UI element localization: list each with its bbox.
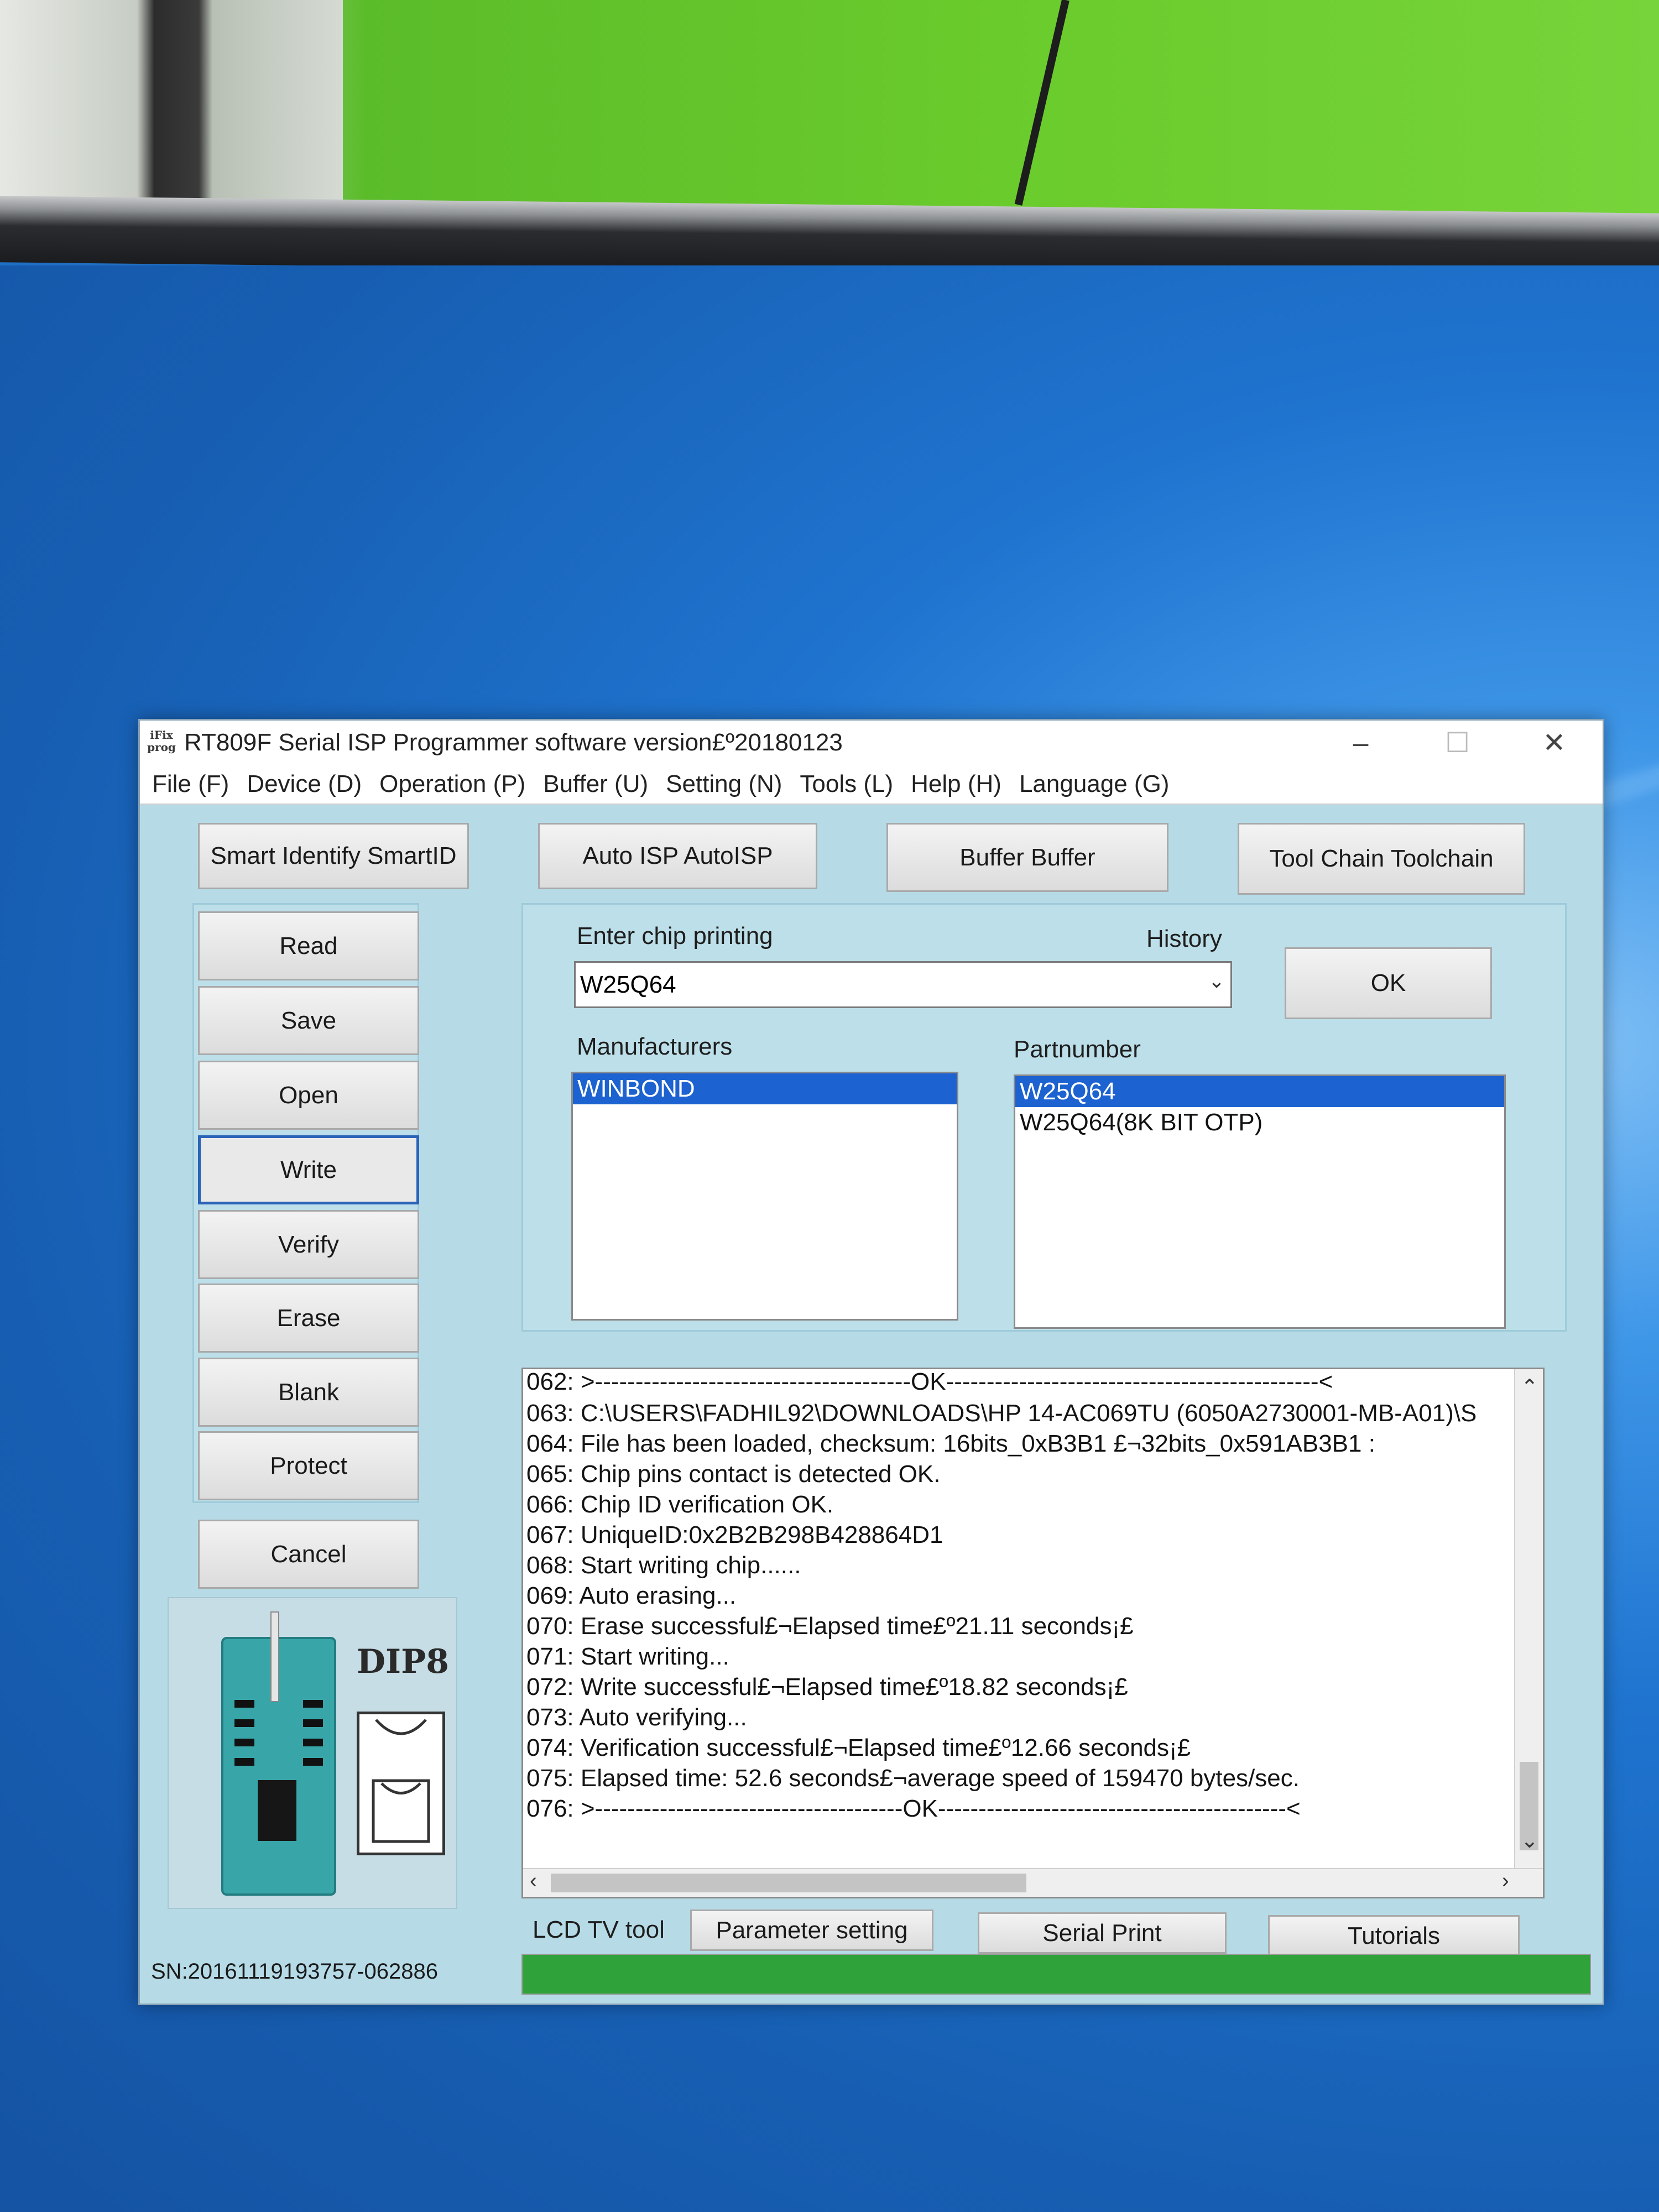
maximize-button[interactable]: ☐ bbox=[1409, 721, 1506, 765]
menu-buffer[interactable]: Buffer (U) bbox=[543, 770, 648, 798]
menu-device[interactable]: Device (D) bbox=[247, 770, 362, 798]
menu-file[interactable]: File (F) bbox=[152, 770, 229, 798]
dip8-chip bbox=[258, 1780, 296, 1841]
log-line: 074: Verification successful£¬Elapsed ti… bbox=[526, 1734, 1191, 1761]
buffer-button[interactable]: Buffer Buffer bbox=[886, 823, 1168, 892]
auto-isp-button[interactable]: Auto ISP AutoISP bbox=[538, 823, 817, 889]
log-line: 076: >----------------------------------… bbox=[526, 1795, 1301, 1822]
protect-button[interactable]: Protect bbox=[198, 1431, 419, 1500]
tutorials-button[interactable]: Tutorials bbox=[1268, 1915, 1520, 1957]
erase-button[interactable]: Erase bbox=[198, 1284, 419, 1353]
title-bar[interactable]: iFix prog RT809F Serial ISP Programmer s… bbox=[140, 721, 1603, 765]
open-button[interactable]: Open bbox=[198, 1061, 419, 1130]
chip-printing-combobox[interactable]: W25Q64 ⌄ bbox=[574, 961, 1232, 1008]
zif-socket bbox=[221, 1611, 336, 1896]
lcd-tv-tool-label[interactable]: LCD TV tool bbox=[533, 1916, 665, 1944]
log-line: 066: Chip ID verification OK. bbox=[526, 1491, 834, 1518]
socket-pin bbox=[234, 1758, 254, 1766]
log-line: 075: Elapsed time: 52.6 seconds£¬average… bbox=[526, 1765, 1300, 1792]
verify-button[interactable]: Verify bbox=[198, 1210, 419, 1279]
app-icon: iFix prog bbox=[147, 728, 176, 754]
log-line: 064: File has been loaded, checksum: 16b… bbox=[526, 1430, 1375, 1457]
log-line: 067: UniqueID:0x2B2B298B428864D1 bbox=[526, 1521, 943, 1548]
socket-pin bbox=[234, 1700, 254, 1708]
chip-outline-icon bbox=[357, 1712, 445, 1855]
menu-setting[interactable]: Setting (N) bbox=[666, 770, 782, 798]
window-title: RT809F Serial ISP Programmer software ve… bbox=[184, 729, 843, 756]
manufacturers-label: Manufacturers bbox=[577, 1033, 733, 1060]
chip-printing-value: W25Q64 bbox=[580, 971, 676, 998]
minimize-button[interactable]: – bbox=[1312, 721, 1409, 765]
dip8-adapter-image: DIP8 bbox=[168, 1597, 457, 1909]
write-button[interactable]: Write bbox=[198, 1135, 419, 1204]
ok-button[interactable]: OK bbox=[1285, 947, 1492, 1019]
scroll-right-icon[interactable]: › bbox=[1502, 1869, 1509, 1893]
chevron-down-icon[interactable]: ⌄ bbox=[1208, 969, 1225, 993]
log-output[interactable]: 062: >----------------------------------… bbox=[521, 1368, 1545, 1898]
log-line: 063: C:\USERS\FADHIL92\DOWNLOADS\HP 14-A… bbox=[526, 1400, 1477, 1427]
partnumber-label: Partnumber bbox=[1014, 1036, 1141, 1063]
scroll-left-icon[interactable]: ‹ bbox=[530, 1869, 537, 1893]
parameter-setting-button[interactable]: Parameter setting bbox=[690, 1910, 933, 1951]
log-line: 071: Start writing... bbox=[526, 1643, 729, 1670]
smart-identify-button[interactable]: Smart Identify SmartID bbox=[198, 823, 469, 889]
menu-tools[interactable]: Tools (L) bbox=[800, 770, 893, 798]
scroll-up-icon[interactable]: ⌃ bbox=[1521, 1375, 1538, 1400]
close-button[interactable]: ✕ bbox=[1506, 721, 1603, 765]
save-button[interactable]: Save bbox=[198, 986, 419, 1055]
serial-print-button[interactable]: Serial Print bbox=[978, 1912, 1227, 1954]
list-item[interactable]: W25Q64(8K BIT OTP) bbox=[1015, 1107, 1504, 1138]
partnumber-list[interactable]: W25Q64 W25Q64(8K BIT OTP) bbox=[1014, 1074, 1506, 1329]
horizontal-scroll-thumb[interactable] bbox=[551, 1874, 1026, 1892]
scroll-down-icon[interactable]: ⌄ bbox=[1521, 1828, 1538, 1853]
manufacturers-list[interactable]: WINBOND bbox=[571, 1072, 958, 1321]
menu-help[interactable]: Help (H) bbox=[911, 770, 1001, 798]
progress-bar bbox=[521, 1954, 1591, 1995]
history-label: History bbox=[1146, 925, 1222, 952]
enter-chip-label: Enter chip printing bbox=[577, 922, 773, 950]
log-horizontal-scrollbar[interactable]: ‹ › bbox=[523, 1868, 1543, 1897]
log-line: 065: Chip pins contact is detected OK. bbox=[526, 1460, 941, 1488]
log-line: 070: Erase successful£¬Elapsed time£º21.… bbox=[526, 1613, 1134, 1640]
log-line: 072: Write successful£¬Elapsed time£º18.… bbox=[526, 1673, 1128, 1700]
list-item[interactable]: W25Q64 bbox=[1015, 1076, 1504, 1107]
socket-pin bbox=[303, 1700, 323, 1708]
list-item[interactable]: WINBOND bbox=[573, 1073, 957, 1104]
menu-bar: File (F) Device (D) Operation (P) Buffer… bbox=[140, 765, 1603, 805]
socket-pin bbox=[234, 1739, 254, 1746]
log-line: 062: >----------------------------------… bbox=[526, 1368, 1333, 1395]
toolchain-button[interactable]: Tool Chain Toolchain bbox=[1238, 823, 1525, 895]
read-button[interactable]: Read bbox=[198, 911, 419, 980]
log-line: 069: Auto erasing... bbox=[526, 1582, 737, 1609]
log-vertical-scrollbar[interactable]: ⌃ ⌄ bbox=[1514, 1369, 1543, 1897]
socket-pin bbox=[234, 1719, 254, 1727]
log-line: 068: Start writing chip...... bbox=[526, 1552, 801, 1579]
progress-fill bbox=[523, 1955, 1590, 1994]
blank-button[interactable]: Blank bbox=[198, 1358, 419, 1427]
socket-lever bbox=[270, 1611, 279, 1702]
socket-pin bbox=[303, 1719, 323, 1727]
menu-operation[interactable]: Operation (P) bbox=[379, 770, 525, 798]
serial-number: SN:20161119193757-062886 bbox=[151, 1959, 438, 1984]
log-line: 073: Auto verifying... bbox=[526, 1704, 747, 1731]
socket-pin bbox=[303, 1739, 323, 1746]
socket-pin bbox=[303, 1758, 323, 1766]
dip8-label: DIP8 bbox=[357, 1642, 449, 1681]
cancel-button[interactable]: Cancel bbox=[198, 1520, 419, 1589]
programmer-window: iFix prog RT809F Serial ISP Programmer s… bbox=[138, 719, 1604, 2005]
menu-language[interactable]: Language (G) bbox=[1019, 770, 1170, 798]
